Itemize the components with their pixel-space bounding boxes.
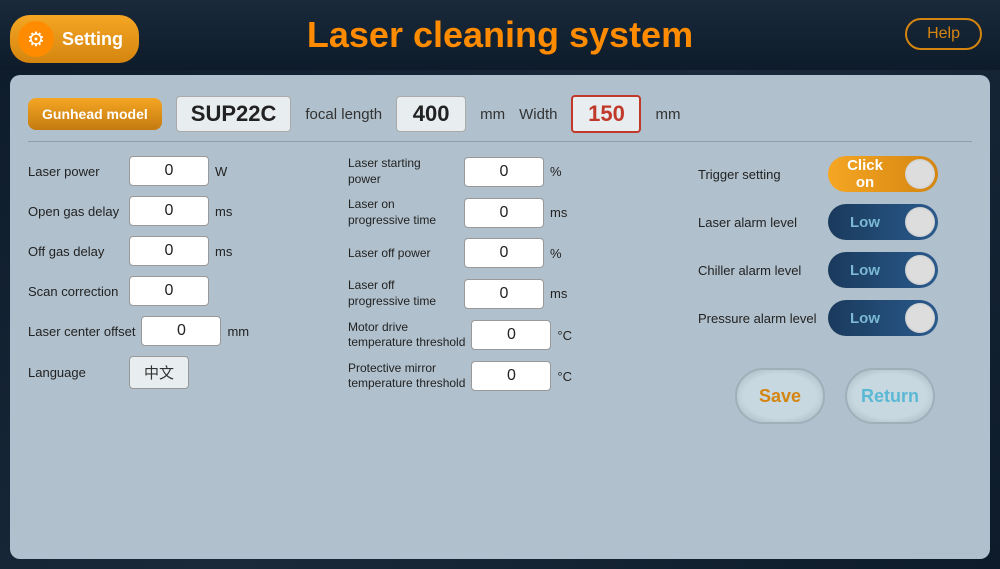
- focal-label: focal length: [305, 106, 382, 123]
- protective-mirror-temp-input[interactable]: [471, 361, 551, 391]
- laser-power-input[interactable]: [129, 156, 209, 186]
- motor-drive-temp-input[interactable]: [471, 320, 551, 350]
- laser-alarm-button[interactable]: Low: [828, 204, 938, 240]
- laser-off-progressive-time-unit: ms: [550, 286, 570, 301]
- focal-length-input[interactable]: [396, 96, 466, 132]
- right-section: Trigger setting Click on Laser alarm lev…: [698, 156, 972, 424]
- focal-unit: mm: [480, 106, 505, 123]
- laser-center-offset-unit: mm: [227, 324, 249, 339]
- field-laser-off-progressive-time: Laser offprogressive time ms: [348, 278, 688, 309]
- trigger-setting-row: Trigger setting Click on: [698, 156, 972, 192]
- laser-alarm-row: Laser alarm level Low: [698, 204, 972, 240]
- off-gas-delay-unit: ms: [215, 244, 235, 259]
- chiller-alarm-label: Chiller alarm level: [698, 263, 818, 278]
- field-laser-on-progressive-time: Laser onprogressive time ms: [348, 197, 688, 228]
- middle-fields: Laser startingpower % Laser onprogressiv…: [348, 156, 688, 424]
- field-open-gas-delay: Open gas delay ms: [28, 196, 338, 226]
- field-laser-power: Laser power W: [28, 156, 338, 186]
- motor-drive-temp-label: Motor drivetemperature threshold: [348, 320, 465, 351]
- pressure-alarm-value: Low: [828, 310, 902, 327]
- field-laser-starting-power: Laser startingpower %: [348, 156, 688, 187]
- title-bar: ⚙ Setting Laser cleaning system Help: [0, 0, 1000, 70]
- gunhead-model-button[interactable]: Gunhead model: [28, 98, 162, 130]
- width-input[interactable]: [571, 95, 641, 133]
- chiller-alarm-button[interactable]: Low: [828, 252, 938, 288]
- width-unit: mm: [655, 106, 680, 123]
- laser-starting-power-unit: %: [550, 164, 570, 179]
- laser-alarm-label: Laser alarm level: [698, 215, 818, 230]
- laser-on-progressive-time-input[interactable]: [464, 198, 544, 228]
- gear-icon: ⚙: [18, 21, 54, 57]
- setting-label: Setting: [62, 29, 123, 50]
- left-fields: Laser power W Open gas delay ms Off gas …: [28, 156, 338, 424]
- protective-mirror-temp-label: Protective mirrortemperature threshold: [348, 361, 465, 392]
- language-button[interactable]: 中文: [129, 356, 189, 389]
- laser-on-progressive-time-unit: ms: [550, 205, 570, 220]
- model-value: SUP22C: [176, 96, 292, 132]
- laser-off-power-input[interactable]: [464, 238, 544, 268]
- trigger-toggle-label: Click on: [828, 157, 902, 191]
- page-title: Laser cleaning system: [0, 14, 1000, 56]
- motor-drive-temp-unit: °C: [557, 328, 577, 343]
- language-label: Language: [28, 365, 123, 380]
- laser-off-progressive-time-label: Laser offprogressive time: [348, 278, 458, 309]
- laser-off-progressive-time-input[interactable]: [464, 279, 544, 309]
- pressure-alarm-circle: [905, 303, 935, 333]
- save-button[interactable]: Save: [735, 368, 825, 424]
- open-gas-delay-input[interactable]: [129, 196, 209, 226]
- laser-power-label: Laser power: [28, 164, 123, 179]
- pressure-alarm-button[interactable]: Low: [828, 300, 938, 336]
- width-label: Width: [519, 106, 557, 123]
- setting-tab[interactable]: ⚙ Setting: [10, 15, 139, 63]
- laser-off-power-unit: %: [550, 246, 570, 261]
- laser-center-offset-label: Laser center offset: [28, 324, 135, 339]
- chiller-alarm-value: Low: [828, 262, 902, 279]
- main-content: Gunhead model SUP22C focal length mm Wid…: [10, 75, 990, 559]
- laser-on-progressive-time-label: Laser onprogressive time: [348, 197, 458, 228]
- field-laser-center-offset: Laser center offset mm: [28, 316, 338, 346]
- top-row: Gunhead model SUP22C focal length mm Wid…: [28, 87, 972, 142]
- help-button[interactable]: Help: [905, 18, 982, 50]
- field-laser-off-power: Laser off power %: [348, 238, 688, 268]
- laser-alarm-value: Low: [828, 214, 902, 231]
- laser-off-power-label: Laser off power: [348, 246, 458, 262]
- trigger-toggle-circle: [905, 159, 935, 189]
- chiller-alarm-circle: [905, 255, 935, 285]
- trigger-setting-label: Trigger setting: [698, 167, 818, 182]
- field-language: Language 中文: [28, 356, 338, 389]
- open-gas-delay-unit: ms: [215, 204, 235, 219]
- laser-power-unit: W: [215, 164, 235, 179]
- laser-starting-power-label: Laser startingpower: [348, 156, 458, 187]
- return-button[interactable]: Return: [845, 368, 935, 424]
- trigger-toggle-button[interactable]: Click on: [828, 156, 938, 192]
- field-motor-drive-temp: Motor drivetemperature threshold °C: [348, 320, 688, 351]
- laser-alarm-circle: [905, 207, 935, 237]
- pressure-alarm-row: Pressure alarm level Low: [698, 300, 972, 336]
- laser-center-offset-input[interactable]: [141, 316, 221, 346]
- protective-mirror-temp-unit: °C: [557, 369, 577, 384]
- laser-starting-power-input[interactable]: [464, 157, 544, 187]
- field-off-gas-delay: Off gas delay ms: [28, 236, 338, 266]
- open-gas-delay-label: Open gas delay: [28, 204, 123, 219]
- pressure-alarm-label: Pressure alarm level: [698, 311, 818, 326]
- off-gas-delay-label: Off gas delay: [28, 244, 123, 259]
- chiller-alarm-row: Chiller alarm level Low: [698, 252, 972, 288]
- scan-correction-label: Scan correction: [28, 284, 123, 299]
- field-protective-mirror-temp: Protective mirrortemperature threshold °…: [348, 361, 688, 392]
- off-gas-delay-input[interactable]: [129, 236, 209, 266]
- scan-correction-input[interactable]: [129, 276, 209, 306]
- field-scan-correction: Scan correction: [28, 276, 338, 306]
